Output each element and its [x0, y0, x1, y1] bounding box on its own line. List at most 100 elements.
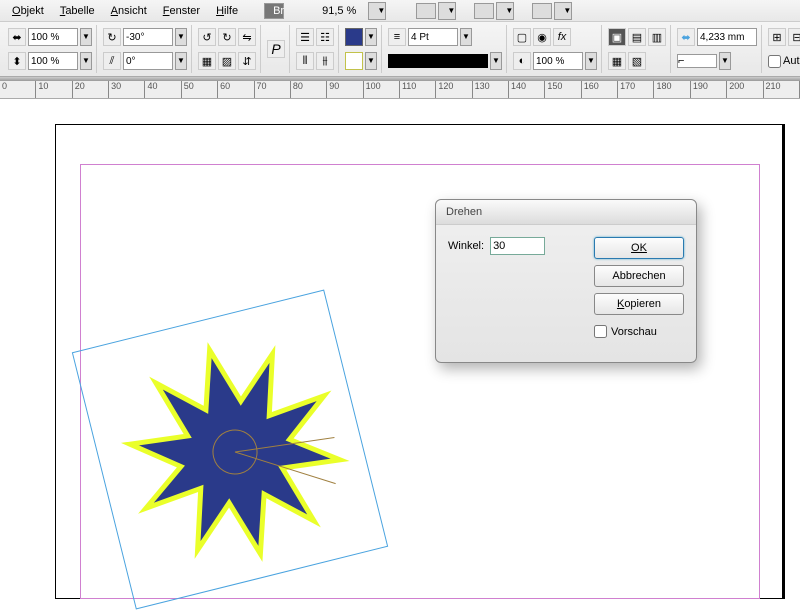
menu-tabelle[interactable]: Tabelle [52, 5, 103, 17]
textwrap-icon-5[interactable]: ▧ [628, 52, 646, 70]
ruler-tick: 210 [764, 81, 800, 98]
arrange-icon[interactable] [474, 3, 494, 19]
ruler-tick: 110 [400, 81, 436, 98]
ruler-tick: 170 [618, 81, 654, 98]
rotate-dd[interactable]: ▼ [175, 28, 187, 46]
opacity-input[interactable] [533, 52, 583, 70]
rotate-cw-icon[interactable]: ↻ [218, 28, 236, 46]
opacity-dd[interactable]: ▼ [585, 52, 597, 70]
ruler-tick: 160 [582, 81, 618, 98]
corner-dd[interactable]: ▼ [719, 52, 731, 70]
bridge-icon[interactable]: Br [264, 3, 284, 19]
align-icon-2[interactable]: ☷ [316, 28, 334, 46]
scale-x-dd[interactable]: ▼ [80, 28, 92, 46]
width-icon: ⬌ [677, 28, 695, 46]
misc-icon-2[interactable]: ▨ [218, 52, 236, 70]
corner-options[interactable]: ⌐ [677, 54, 717, 68]
stroke-swatch[interactable] [345, 52, 363, 70]
ruler-tick: 70 [255, 81, 291, 98]
ruler-tick: 130 [473, 81, 509, 98]
rotate-dialog: Drehen Winkel: OK Abbrechen Kopieren Vor… [435, 199, 697, 363]
ruler-tick: 190 [691, 81, 727, 98]
angle-input[interactable] [490, 237, 545, 255]
menu-objekt[interactable]: OObjektbjekt [4, 5, 52, 17]
fx-icon-2[interactable]: ◉ [533, 28, 551, 46]
dialog-title: Drehen [436, 200, 696, 225]
misc-icon-1[interactable]: ▦ [198, 52, 216, 70]
opacity-icon: ◐ [513, 52, 531, 70]
textwrap-icon-2[interactable]: ▤ [628, 28, 646, 46]
stroke-style-dd[interactable]: ▼ [490, 52, 502, 70]
ruler-tick: 40 [145, 81, 181, 98]
stroke-preview [388, 54, 488, 68]
workspace-dd[interactable]: ▼ [554, 2, 572, 20]
stroke-dd[interactable]: ▼ [365, 52, 377, 70]
fx-icon-1[interactable]: ▢ [513, 28, 531, 46]
ruler-tick: 140 [509, 81, 545, 98]
cancel-button[interactable]: Abbrechen [594, 265, 684, 287]
horizontal-ruler: 0 10 20 30 40 50 60 70 80 90 100 110 120… [0, 81, 800, 99]
fill-dd[interactable]: ▼ [365, 28, 377, 46]
fx-icon-3[interactable]: fx [553, 28, 571, 46]
paragraph-icon[interactable]: P [267, 40, 285, 58]
menu-bar: OObjektbjekt Tabelle Ansicht Fenster Hil… [0, 0, 800, 22]
zoom-level: 91,5 % [314, 5, 364, 17]
workspace-icon[interactable] [532, 3, 552, 19]
stroke-weight-icon: ≡ [388, 28, 406, 46]
autom-label: Autom [783, 55, 800, 67]
ruler-tick: 30 [109, 81, 145, 98]
star-shape[interactable] [120, 337, 350, 567]
scale-y-dd[interactable]: ▼ [80, 52, 92, 70]
rotate-ccw-icon[interactable]: ↺ [198, 28, 216, 46]
menu-ansicht[interactable]: Ansicht [103, 5, 155, 17]
document-canvas[interactable]: Drehen Winkel: OK Abbrechen Kopieren Vor… [0, 99, 800, 599]
frame-icon-2[interactable]: ⊟ [788, 28, 800, 46]
preview-checkbox-label[interactable]: Vorschau [594, 325, 684, 338]
ruler-tick: 10 [36, 81, 72, 98]
scale-y-input[interactable] [28, 52, 78, 70]
stroke-weight-dd[interactable]: ▼ [460, 28, 472, 46]
textwrap-icon-3[interactable]: ▥ [648, 28, 666, 46]
rotate-icon: ↻ [103, 28, 121, 46]
menu-hilfe[interactable]: Hilfe [208, 5, 246, 17]
ruler-tick: 0 [0, 81, 36, 98]
stroke-weight-input[interactable] [408, 28, 458, 46]
width-input[interactable] [697, 28, 757, 46]
rotate-input[interactable] [123, 28, 173, 46]
align-icon-4[interactable]: ⫵ [316, 52, 334, 70]
ruler-tick: 50 [182, 81, 218, 98]
scale-x-input[interactable] [28, 28, 78, 46]
frame-icon-1[interactable]: ⊞ [768, 28, 786, 46]
preview-checkbox[interactable] [594, 325, 607, 338]
flip-v-icon[interactable]: ⇵ [238, 52, 256, 70]
ruler-tick: 20 [73, 81, 109, 98]
textwrap-icon-1[interactable]: ▣ [608, 28, 626, 46]
shear-input[interactable] [123, 52, 173, 70]
zoom-dropdown[interactable]: ▼ [368, 2, 386, 20]
ruler-tick: 80 [291, 81, 327, 98]
angle-label: Winkel: [448, 240, 484, 252]
ruler-tick: 200 [727, 81, 763, 98]
textwrap-icon-4[interactable]: ▦ [608, 52, 626, 70]
ruler-tick: 60 [218, 81, 254, 98]
ruler-tick: 150 [545, 81, 581, 98]
fill-swatch[interactable] [345, 28, 363, 46]
autom-check[interactable] [768, 55, 781, 68]
copy-button[interactable]: Kopieren [594, 293, 684, 315]
arrange-dd[interactable]: ▼ [496, 2, 514, 20]
menu-fenster[interactable]: Fenster [155, 5, 208, 17]
scale-x-icon: ⬌ [8, 28, 26, 46]
shear-icon: ⫽ [103, 52, 121, 70]
shear-dd[interactable]: ▼ [175, 52, 187, 70]
align-icon-1[interactable]: ☰ [296, 28, 314, 46]
screen-mode-dd[interactable]: ▼ [438, 2, 456, 20]
ruler-tick: 180 [654, 81, 690, 98]
align-icon-3[interactable]: ⫴ [296, 52, 314, 70]
control-toolbar: ⬌ ▼ ⬍ ▼ ↻ ▼ ⫽ ▼ ↺ ↻ ⇋ ▦ ▨ ⇵ [0, 22, 800, 77]
ruler-tick: 120 [436, 81, 472, 98]
ruler-tick: 90 [327, 81, 363, 98]
flip-h-icon[interactable]: ⇋ [238, 28, 256, 46]
screen-mode-icon[interactable] [416, 3, 436, 19]
ok-button[interactable]: OK [594, 237, 684, 259]
ruler-tick: 100 [364, 81, 400, 98]
